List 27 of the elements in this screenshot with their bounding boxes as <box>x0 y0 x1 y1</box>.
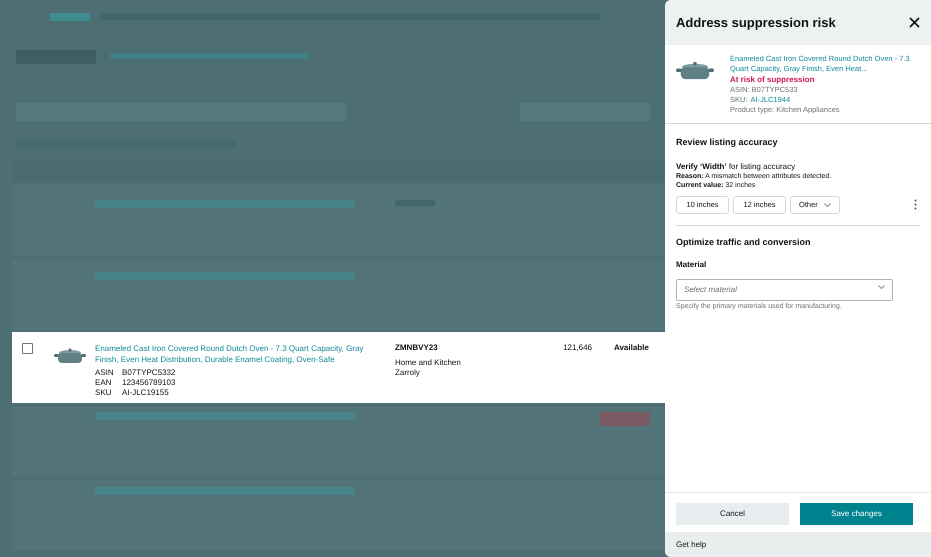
verify-text: Verify ‘Width’ for listing accuracy <box>676 162 796 172</box>
cancel-button[interactable]: Cancel <box>676 503 789 525</box>
material-dropdown[interactable]: Select material <box>676 278 893 300</box>
identifier-value: AI-JLC19155 <box>122 388 169 398</box>
field-label: Material <box>676 259 708 271</box>
get-help-link[interactable]: Get help <box>676 538 706 550</box>
more-options-icon[interactable] <box>914 199 917 210</box>
suppression-status: At risk of suppression <box>730 75 816 85</box>
brand-text: Zarroly <box>395 368 421 378</box>
product-title-link[interactable]: Enameled Cast Iron Covered Round Dutch Oven - 7.3 Quart Capacity, Gray Finish, Even Heat Distribution, Durable Enamel Coating, Oven-Safe <box>95 343 375 365</box>
chevron-down-icon <box>824 202 831 206</box>
section-heading: Review listing accuracy <box>676 136 779 149</box>
seller-sku: ZMNBVY23 <box>395 343 439 353</box>
save-changes-button[interactable]: Save changes <box>800 503 913 525</box>
section-heading: Optimize traffic and conversion <box>676 236 812 249</box>
panel-title: Address suppression risk <box>676 14 836 32</box>
identifier-label: SKU <box>95 388 112 398</box>
category-text: Home and Kitchen <box>395 358 462 368</box>
identifier-value: 123456789103 <box>122 378 176 388</box>
checkbox[interactable] <box>22 343 33 354</box>
identifier-label: ASIN <box>95 368 115 378</box>
close-icon[interactable] <box>909 17 920 28</box>
count-text: 121,646 <box>562 343 592 353</box>
identifier-value: B07TYPC5332 <box>122 368 176 378</box>
identifier-label: EAN <box>95 378 112 388</box>
chevron-down-icon <box>878 285 885 289</box>
availability-text: Available <box>614 343 649 353</box>
